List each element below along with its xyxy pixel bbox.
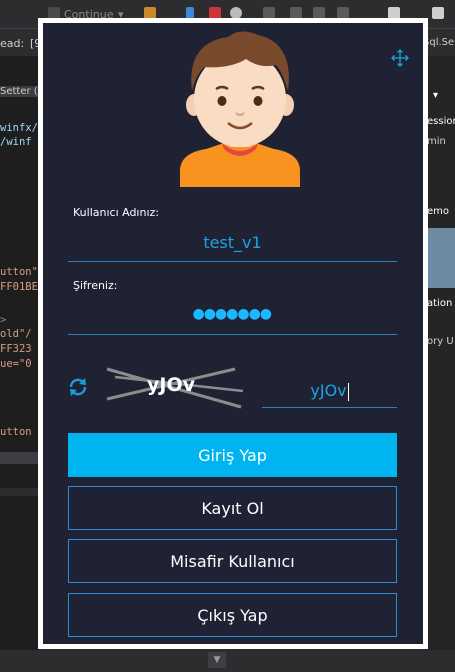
text-caret [347,382,349,401]
thread-label: ead: [0,37,25,50]
refresh-icon[interactable] [67,376,89,398]
exit-button-label: Çıkış Yap [197,605,268,625]
panel-item: ory U [427,336,454,347]
captcha-image: yJOv [105,363,245,411]
setter-label: Setter (F [0,86,44,97]
exit-button[interactable]: Çıkış Yap [68,593,397,637]
login-button[interactable]: Giriş Yap [68,433,397,477]
password-label: Şifreniz: [73,279,118,292]
username-label: Kullanıcı Adınız: [73,206,159,219]
divider [0,488,40,496]
scrollbar[interactable] [0,452,40,464]
code-line: FF01BE [0,281,38,293]
code-line: utton" [0,266,38,278]
panel-item: min [427,136,446,147]
login-button-label: Giriş Yap [198,445,267,465]
panel-item: emo [427,206,450,217]
tools-icon[interactable] [432,7,444,19]
ide-bottom-bar: ▼ [0,650,455,672]
code-line: utton [0,426,32,438]
dropdown-arrow-icon[interactable]: ▾ [433,90,438,101]
username-input[interactable]: test_v1 [68,233,397,252]
code-line: old"/ [0,328,32,340]
code-line: /winf [0,136,32,148]
password-underline [68,334,397,335]
scroll-down-icon[interactable]: ▼ [208,652,226,668]
code-line: > [0,314,7,326]
properties-panel: ▾ ession min emo ation ory U [425,56,455,672]
panel-item: ation [427,298,453,309]
register-button[interactable]: Kayıt Ol [68,486,397,530]
panel-item: ession [427,116,455,127]
preview-swatch [425,228,455,288]
code-line: ue="0 [0,358,32,370]
code-editor: Setter (F winfx/2 /winf utton" FF01BE > … [0,56,44,672]
guest-button-label: Misafir Kullanıcı [170,551,295,571]
register-button-label: Kayıt Ol [201,498,264,518]
code-line: FF323 [0,343,32,355]
captcha-input-value: yJOv [310,381,347,400]
captcha-input[interactable]: yJOv [262,375,397,408]
captcha-text: yJOv [147,374,195,396]
username-underline [68,261,397,262]
user-avatar-icon [180,31,300,187]
password-input[interactable]: ●●●●●●● [68,306,397,322]
guest-button[interactable]: Misafir Kullanıcı [68,539,397,583]
move-icon[interactable] [391,49,409,67]
login-window: Kullanıcı Adınız: test_v1 Şifreniz: ●●●●… [43,23,423,644]
